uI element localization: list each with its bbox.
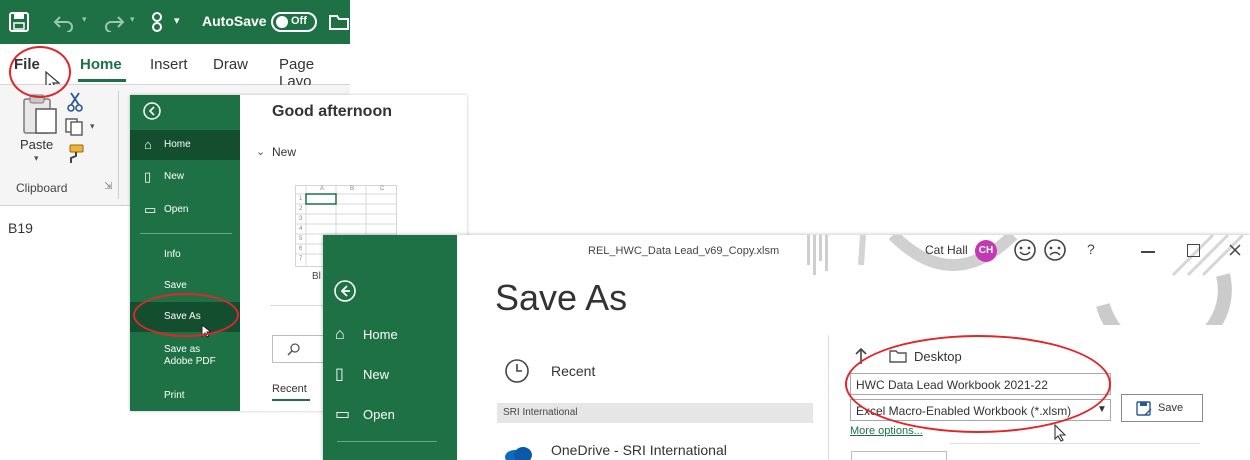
- list-divider: [950, 443, 1200, 444]
- home-icon: ⌂: [335, 326, 345, 343]
- column-divider: [828, 335, 829, 460]
- recent-label[interactable]: Recent: [551, 363, 595, 379]
- open-folder-icon: ▭: [144, 202, 157, 217]
- customize-qat-icon[interactable]: ▾: [174, 14, 180, 27]
- tab-recent[interactable]: Recent: [272, 383, 307, 395]
- nav-open[interactable]: ▭ Open: [323, 397, 457, 433]
- avatar[interactable]: CH: [975, 240, 997, 262]
- copy-dropdown-icon[interactable]: ▾: [90, 121, 95, 132]
- tab-draw[interactable]: Draw: [213, 56, 248, 73]
- backstage-nav: ⌂ Home ▯ New ▭ Open Info Save Save As Sa…: [130, 95, 240, 411]
- folder-icon[interactable]: [328, 12, 350, 32]
- chevron-down-icon: ▼: [1097, 404, 1107, 415]
- folder-icon: [889, 350, 907, 363]
- format-painter-icon[interactable]: [64, 143, 86, 165]
- undo-icon[interactable]: [52, 12, 78, 32]
- nav-divider: [140, 233, 232, 234]
- file-name-input[interactable]: HWC Data Lead Workbook 2021-22: [850, 373, 1111, 395]
- active-tab-indicator: [272, 399, 310, 401]
- current-folder[interactable]: Desktop: [914, 349, 962, 364]
- dialog-launcher-icon[interactable]: ⇲: [104, 181, 112, 192]
- title-bar: ▾ ▾ ▾ AutoSave Off: [0, 0, 350, 44]
- new-document-icon: ▯: [335, 366, 344, 383]
- greeting: Good afternoon: [272, 103, 392, 120]
- copy-icon[interactable]: [64, 117, 86, 137]
- nav-home[interactable]: ⌂ Home: [130, 130, 240, 160]
- back-arrow-icon[interactable]: [333, 279, 357, 303]
- save-icon[interactable]: [8, 11, 30, 33]
- mouse-pointer-icon: [1054, 423, 1067, 442]
- save-button[interactable]: Save: [1121, 394, 1203, 422]
- nav-new[interactable]: ▯ New: [323, 357, 457, 393]
- search-icon: [287, 343, 300, 356]
- smile-icon[interactable]: [1013, 238, 1037, 262]
- paste-dropdown-icon[interactable]: ▾: [34, 153, 39, 164]
- nav-new[interactable]: ▯ New: [130, 162, 240, 192]
- window-title: REL_HWC_Data Lead_v69_Copy.xlsm: [588, 245, 780, 257]
- nav-open[interactable]: ▭ Open: [130, 195, 240, 225]
- home-icon: ⌂: [144, 137, 152, 152]
- group-divider: [118, 91, 119, 199]
- restore-icon[interactable]: [1187, 244, 1200, 257]
- minimize-icon[interactable]: [1141, 251, 1155, 253]
- paste-icon[interactable]: [20, 93, 60, 139]
- save-icon: [1136, 401, 1152, 416]
- tab-file[interactable]: File: [14, 56, 40, 73]
- open-folder-icon: ▭: [335, 406, 351, 423]
- nav-print[interactable]: Print: [130, 381, 240, 411]
- user-name[interactable]: Cat Hall: [925, 243, 968, 257]
- clock-icon: [505, 359, 529, 383]
- paste-label[interactable]: Paste: [20, 137, 53, 152]
- touch-mode-icon[interactable]: [147, 11, 167, 33]
- redo-icon[interactable]: [100, 12, 126, 32]
- onedrive-cloud-icon: [505, 447, 532, 460]
- cut-icon[interactable]: [66, 91, 84, 113]
- tab-insert[interactable]: Insert: [150, 56, 188, 73]
- close-icon[interactable]: [1228, 243, 1242, 257]
- backstage-nav: ⌂ Home ▯ New ▭ Open: [323, 235, 457, 460]
- help-icon[interactable]: ?: [1087, 241, 1095, 257]
- file-type-select[interactable]: Excel Macro-Enabled Workbook (*.xlsm) ▼: [850, 399, 1111, 421]
- nav-save-as-adobe-pdf[interactable]: Save as Adobe PDF: [130, 335, 240, 375]
- nav-save-as[interactable]: Save As: [130, 302, 240, 332]
- location-group-header: SRI International: [497, 403, 813, 423]
- up-arrow-icon[interactable]: [853, 347, 869, 365]
- collapse-chevron-icon[interactable]: ⌄: [256, 145, 265, 158]
- blank-workbook-caption: Bl: [312, 271, 321, 282]
- undo-dropdown-icon[interactable]: ▾: [82, 14, 87, 25]
- new-document-icon: ▯: [144, 169, 152, 184]
- clipboard-group-label: Clipboard: [16, 181, 68, 195]
- active-tab-indicator: [78, 79, 126, 82]
- autosave-toggle[interactable]: Off: [271, 12, 317, 32]
- redo-dropdown-icon[interactable]: ▾: [130, 14, 135, 25]
- back-arrow-icon[interactable]: [142, 101, 162, 121]
- folder-list-header: [851, 451, 947, 460]
- nav-save[interactable]: Save: [130, 271, 240, 301]
- frown-icon[interactable]: [1043, 238, 1067, 262]
- more-options-link[interactable]: More options...: [850, 425, 923, 437]
- new-section-label: New: [272, 145, 297, 159]
- save-as-panel: ⌂ Home ▯ New ▭ Open REL_HWC_Data Lead_v6…: [323, 235, 1250, 460]
- nav-info[interactable]: Info: [130, 240, 240, 270]
- page-title: Save As: [495, 277, 628, 318]
- mouse-pointer-icon: [201, 323, 213, 338]
- nav-divider: [337, 441, 437, 442]
- nav-home[interactable]: ⌂ Home: [323, 317, 457, 353]
- autosave-label: AutoSave: [202, 13, 267, 29]
- onedrive-location[interactable]: OneDrive - SRI International: [551, 442, 727, 458]
- tab-home[interactable]: Home: [80, 56, 122, 73]
